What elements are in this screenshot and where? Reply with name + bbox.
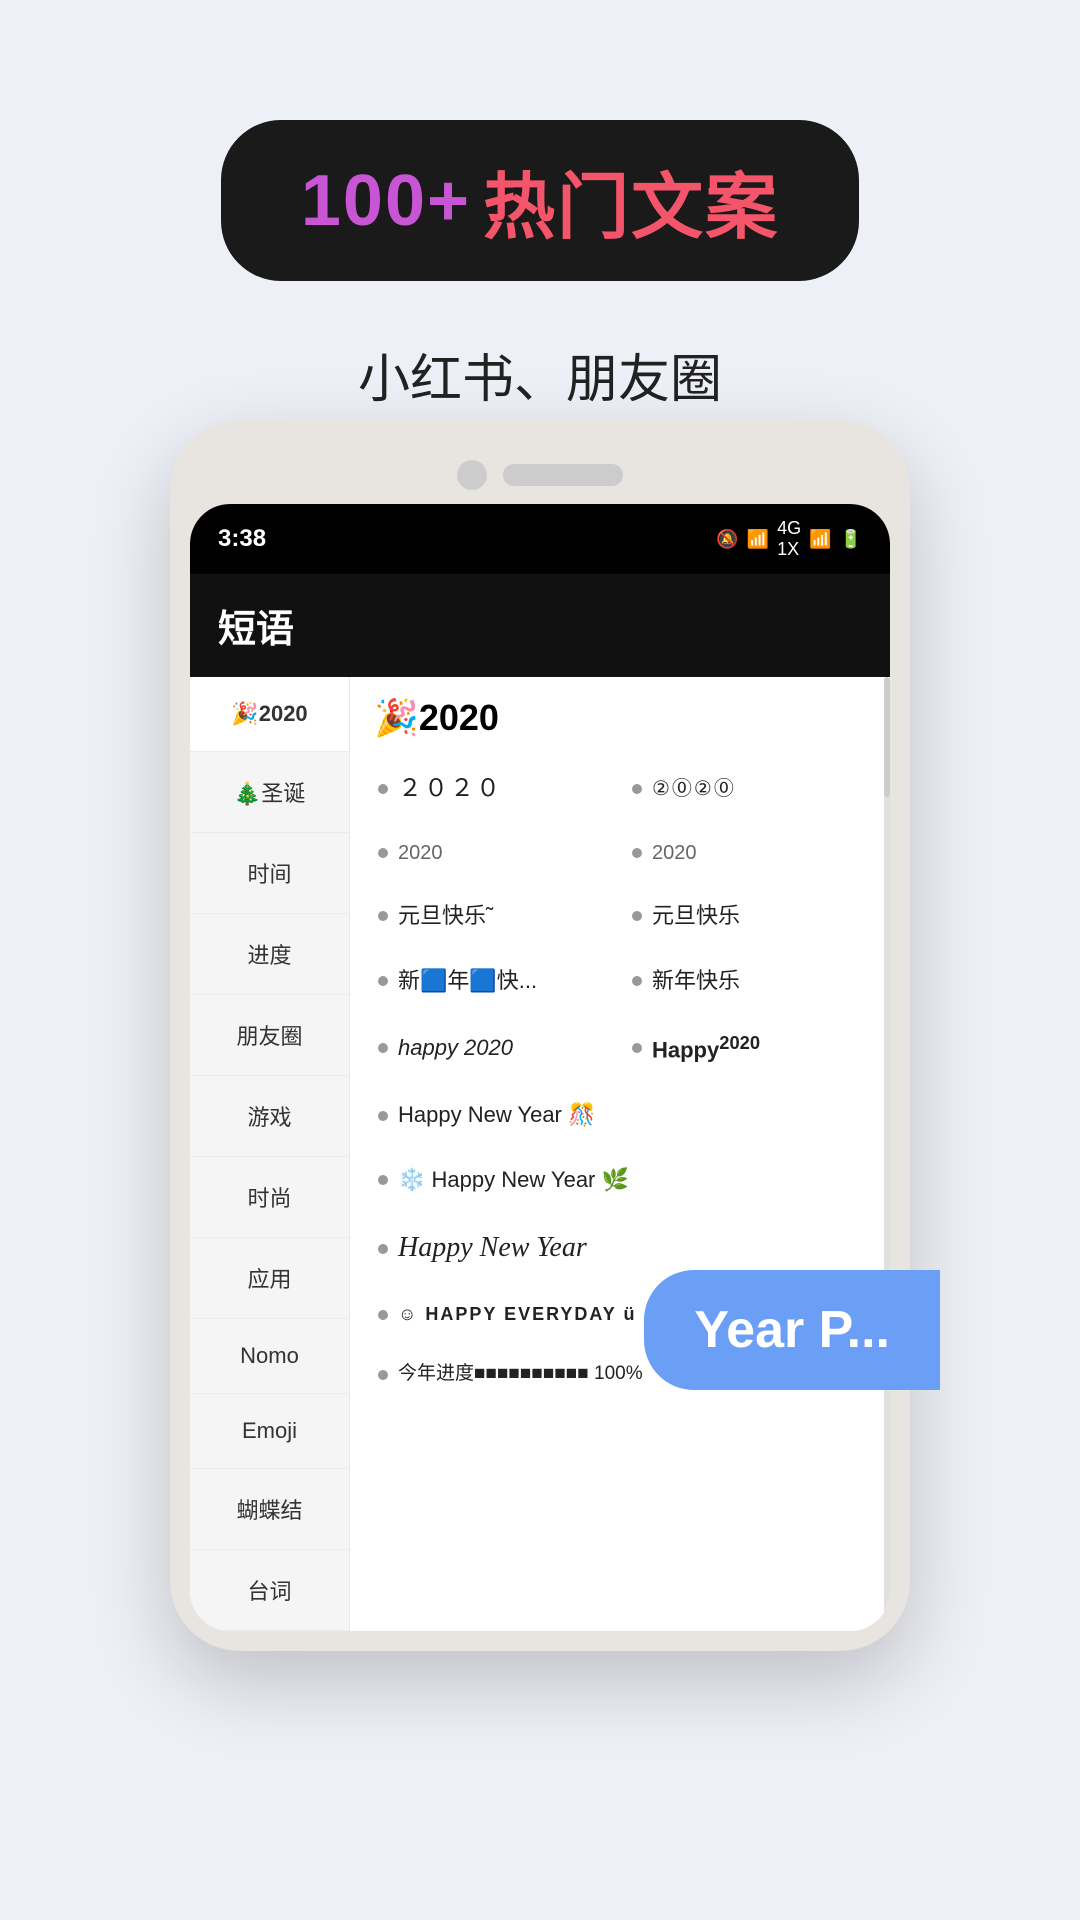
- item-text: 元旦快乐˜: [398, 902, 493, 931]
- list-item[interactable]: 2020: [628, 826, 866, 880]
- sidebar-item-nomo[interactable]: Nomo: [190, 1319, 349, 1394]
- sidebar-item-fashion[interactable]: 时尚: [190, 1157, 349, 1238]
- item-text: 2020: [652, 840, 697, 866]
- item-text: Happy2020: [652, 1031, 760, 1065]
- bullet-icon: [378, 1310, 388, 1320]
- mute-icon: 🔕: [716, 529, 738, 550]
- sidebar-item-bow[interactable]: 蝴蝶结: [190, 1469, 349, 1550]
- sidebar-item-progress[interactable]: 进度: [190, 914, 349, 995]
- bullet-icon: [632, 1043, 642, 1053]
- bullet-icon: [632, 848, 642, 858]
- status-icons: 🔕 📶 4G1X 📶 🔋: [716, 518, 862, 560]
- phone-mockup: 3:38 🔕 📶 4G1X 📶 🔋 短语 🎉2020 🎄圣诞: [170, 420, 910, 1651]
- sidebar-item-lines[interactable]: 台词: [190, 1550, 349, 1631]
- list-item[interactable]: ②⓪②⓪: [628, 759, 866, 818]
- list-item[interactable]: 元旦快乐: [628, 888, 866, 945]
- badge-text-pink: 热门文案: [483, 148, 779, 253]
- status-bar: 3:38 🔕 📶 4G1X 📶 🔋: [190, 504, 890, 574]
- main-content: 🎉2020 ２０２０ ②⓪②⓪: [350, 677, 890, 1631]
- sidebar-item-time[interactable]: 时间: [190, 833, 349, 914]
- list-item[interactable]: Happy2020: [628, 1017, 866, 1079]
- item-text: 今年进度■■■■■■■■■■ 100%: [398, 1362, 643, 1387]
- item-text: 2020: [398, 840, 443, 866]
- bullet-icon: [378, 911, 388, 921]
- sidebar-item-2020[interactable]: 🎉2020: [190, 677, 349, 752]
- bullet-icon: [378, 1043, 388, 1053]
- item-text: 元旦快乐: [652, 902, 740, 931]
- badge-text-purple: 100+: [301, 160, 471, 242]
- bullet-icon: [378, 1370, 388, 1380]
- app-title: 短语: [218, 609, 294, 651]
- sidebar-item-christmas[interactable]: 🎄圣诞: [190, 752, 349, 833]
- bullet-icon: [378, 848, 388, 858]
- section-title: 🎉2020: [374, 697, 866, 739]
- bullet-icon: [632, 784, 642, 794]
- item-text: happy 2020: [398, 1034, 513, 1063]
- item-text: 新年快乐: [652, 967, 740, 996]
- item-text: ２０２０: [398, 773, 502, 804]
- tooltip-bubble: Year P...: [644, 1270, 940, 1390]
- bullet-icon: [378, 784, 388, 794]
- bullet-icon: [632, 911, 642, 921]
- item-text: ☺ HAPPY EVERYDAY ü: [398, 1303, 636, 1326]
- network-label: 4G1X: [777, 518, 801, 560]
- battery-icon: 🔋: [840, 529, 862, 550]
- list-item-happy-new-year-2[interactable]: ❄️ Happy New Year 🌿: [374, 1152, 866, 1209]
- item-text: 新🟦年🟦快...: [398, 967, 537, 996]
- bullet-icon: [378, 1244, 388, 1254]
- item-text: ②⓪②⓪: [652, 776, 736, 802]
- app-header: 短语: [190, 574, 890, 677]
- scrollbar-thumb[interactable]: [884, 677, 890, 797]
- list-item-happy-new-year-1[interactable]: Happy New Year 🎊: [374, 1087, 866, 1144]
- list-item[interactable]: ２０２０: [374, 759, 612, 818]
- bullet-icon: [378, 976, 388, 986]
- list-item[interactable]: 2020: [374, 826, 612, 880]
- sidebar-item-friends[interactable]: 朋友圈: [190, 995, 349, 1076]
- list-item[interactable]: happy 2020: [374, 1017, 612, 1079]
- item-text: Happy New Year 🎊: [398, 1101, 595, 1130]
- tooltip-text: Year P...: [694, 1301, 890, 1359]
- item-text: Happy New Year: [398, 1230, 587, 1266]
- item-text: ❄️ Happy New Year 🌿: [398, 1166, 629, 1195]
- speaker: [503, 464, 623, 486]
- phone-screen: 3:38 🔕 📶 4G1X 📶 🔋 短语 🎉2020 🎄圣诞: [190, 504, 890, 1631]
- signal-icon: 📶: [809, 529, 831, 550]
- camera-icon: [457, 460, 487, 490]
- sidebar-item-games[interactable]: 游戏: [190, 1076, 349, 1157]
- list-item[interactable]: 元旦快乐˜: [374, 888, 612, 945]
- bullet-icon: [378, 1175, 388, 1185]
- wifi-icon: 📶: [747, 529, 769, 550]
- phone-camera-area: [190, 440, 890, 504]
- sidebar-item-apps[interactable]: 应用: [190, 1238, 349, 1319]
- subtitle-line1: 小红书、朋友圈: [358, 351, 722, 409]
- sidebar: 🎉2020 🎄圣诞 时间 进度 朋友圈 游戏 时尚 应用 Nomo Emoji …: [190, 677, 350, 1631]
- list-item[interactable]: 新🟦年🟦快...: [374, 953, 612, 1010]
- bullet-icon: [378, 1111, 388, 1121]
- sidebar-item-emoji[interactable]: Emoji: [190, 1394, 349, 1469]
- phone-outer: 3:38 🔕 📶 4G1X 📶 🔋 短语 🎉2020 🎄圣诞: [170, 420, 910, 1651]
- status-time: 3:38: [218, 525, 266, 553]
- app-content: 🎉2020 🎄圣诞 时间 进度 朋友圈 游戏 时尚 应用 Nomo Emoji …: [190, 677, 890, 1631]
- bullet-icon: [632, 976, 642, 986]
- badge-pill: 100+ 热门文案: [221, 120, 859, 281]
- list-item[interactable]: 新年快乐: [628, 953, 866, 1010]
